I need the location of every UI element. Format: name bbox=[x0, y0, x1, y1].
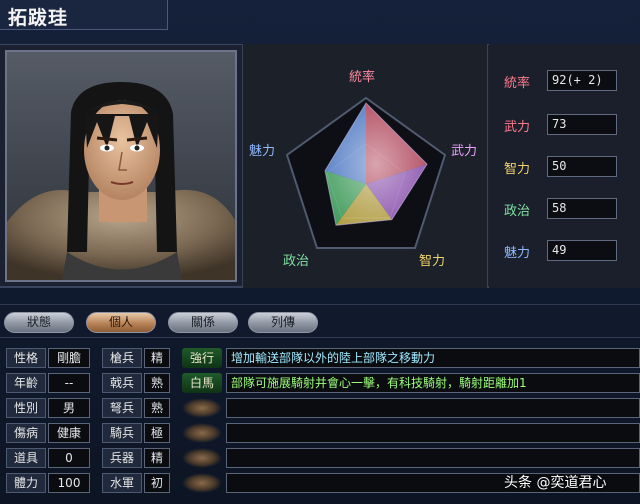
aptitude-value: 精 bbox=[144, 448, 170, 468]
aptitude-label: 水軍 bbox=[102, 473, 142, 493]
stat-value-zhengzhi: 58 bbox=[547, 198, 617, 219]
skill-tag[interactable]: 強行 bbox=[182, 348, 222, 368]
skill-slot-empty bbox=[182, 448, 222, 468]
profile-label: 性格 bbox=[6, 348, 46, 368]
aptitude-value: 熟 bbox=[144, 398, 170, 418]
skill-description bbox=[226, 448, 640, 468]
profile-label: 性別 bbox=[6, 398, 46, 418]
stat-label-tongshuai: 統率 bbox=[503, 76, 530, 91]
tab-status[interactable]: 狀態 bbox=[4, 312, 74, 333]
profile-value: 男 bbox=[48, 398, 90, 418]
aptitude-value: 極 bbox=[144, 423, 170, 443]
skill-description bbox=[226, 423, 640, 443]
skill-description bbox=[226, 398, 640, 418]
tab-personal[interactable]: 個人 bbox=[86, 312, 156, 333]
radar-panel: 統率 武力 智力 政治 魅力 bbox=[242, 44, 488, 288]
stat-label-wuli: 武力 bbox=[503, 120, 530, 135]
profile-label: 體力 bbox=[6, 473, 46, 493]
skill-tag[interactable]: 白馬 bbox=[182, 373, 222, 393]
aptitude-value: 精 bbox=[144, 348, 170, 368]
aptitude-value: 初 bbox=[144, 473, 170, 493]
stat-label-zhengzhi: 政治 bbox=[503, 204, 530, 219]
stat-label-zhili: 智力 bbox=[503, 162, 530, 177]
aptitude-label: 槍兵 bbox=[102, 348, 142, 368]
aptitude-label: 騎兵 bbox=[102, 423, 142, 443]
radar-label-right: 武力 bbox=[451, 144, 478, 159]
skill-slot-empty bbox=[182, 473, 222, 493]
profile-value: 0 bbox=[48, 448, 90, 468]
stat-value-zhili: 50 bbox=[547, 156, 617, 177]
aptitude-label: 兵器 bbox=[102, 448, 142, 468]
stat-value-tongshuai: 92(+ 2) bbox=[547, 70, 617, 91]
tab-relations[interactable]: 關係 bbox=[168, 312, 238, 333]
portrait bbox=[5, 50, 237, 282]
tab-biography[interactable]: 列傳 bbox=[248, 312, 318, 333]
radar-label-bottom-right: 智力 bbox=[419, 254, 446, 269]
stat-value-wuli: 73 bbox=[547, 114, 617, 135]
stat-label-meili: 魅力 bbox=[503, 246, 530, 261]
radar-label-left: 魅力 bbox=[249, 144, 276, 159]
portrait-image bbox=[7, 52, 235, 280]
profile-value: 100 bbox=[48, 473, 90, 493]
character-name: 拓跋珪 bbox=[8, 7, 69, 29]
skill-slot-empty bbox=[182, 398, 222, 418]
radar-label-top: 統率 bbox=[349, 70, 376, 85]
profile-label: 傷病 bbox=[6, 423, 46, 443]
stat-value-meili: 49 bbox=[547, 240, 617, 261]
profile-value: 剛膽 bbox=[48, 348, 90, 368]
profile-value: 健康 bbox=[48, 423, 90, 443]
skill-description: 增加輸送部隊以外的陸上部隊之移動力 bbox=[226, 348, 640, 368]
aptitude-label: 戟兵 bbox=[102, 373, 142, 393]
aptitude-label: 弩兵 bbox=[102, 398, 142, 418]
aptitude-value: 熟 bbox=[144, 373, 170, 393]
profile-label: 道具 bbox=[6, 448, 46, 468]
skill-slot-empty bbox=[182, 423, 222, 443]
watermark: 头条 @奕道君心 bbox=[504, 475, 607, 491]
profile-label: 年齡 bbox=[6, 373, 46, 393]
skill-description: 部隊可施展騎射并會心一擊，有科技騎射，騎射距離加1 bbox=[226, 373, 640, 393]
character-screen: 拓跋珪 統率 武力 智力 政治 魅力 統率 92(+ 2) 武力 73 智力 5… bbox=[0, 0, 640, 504]
radar-label-bottom-left: 政治 bbox=[283, 254, 310, 269]
stats-panel: 統率 92(+ 2) 武力 73 智力 50 政治 58 魅力 49 bbox=[489, 44, 640, 288]
profile-value: -- bbox=[48, 373, 90, 393]
